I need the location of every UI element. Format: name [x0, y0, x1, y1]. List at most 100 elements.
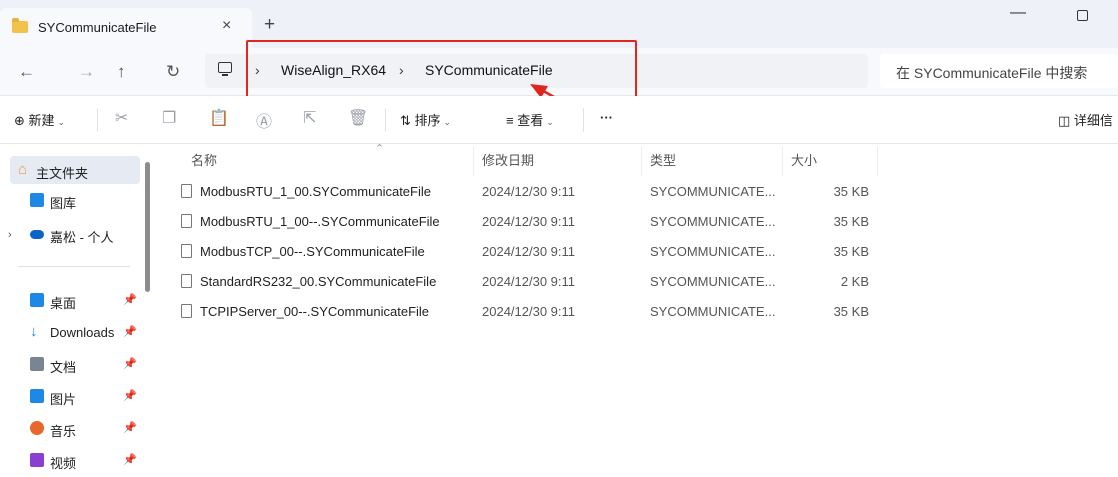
pin-icon[interactable]: 📌: [123, 453, 137, 466]
download-icon: ↓: [30, 323, 38, 340]
desktop-icon: [30, 293, 44, 307]
sort-button[interactable]: ⇅ 排序 ⌄: [400, 110, 451, 129]
column-header-name[interactable]: 名称: [191, 150, 217, 169]
details-label: 详细信: [1073, 113, 1113, 128]
search-placeholder: 在 SYCommunicateFile 中搜索: [896, 65, 1088, 81]
up-button[interactable]: ↑: [117, 62, 126, 82]
tab-title: SYCommunicateFile: [38, 20, 157, 35]
sort-ascending-icon: ⌃: [375, 143, 385, 155]
cut-icon[interactable]: ✂: [115, 108, 128, 128]
column-divider[interactable]: [782, 146, 783, 176]
new-label: 新建: [28, 113, 55, 128]
file-date: 2024/12/30 9:11: [482, 274, 576, 289]
table-row[interactable]: ModbusRTU_1_00.SYCommunicateFile 2024/12…: [175, 176, 875, 206]
file-type: SYCOMMUNICATE...: [650, 214, 776, 229]
pin-icon[interactable]: 📌: [123, 293, 137, 306]
expand-chevron-icon[interactable]: ›: [8, 229, 12, 241]
pin-icon[interactable]: 📌: [123, 325, 137, 338]
this-pc-icon[interactable]: [218, 62, 232, 76]
minimize-button[interactable]: —: [1010, 4, 1026, 22]
sidebar-item-label: 图库: [50, 196, 77, 211]
column-divider[interactable]: [473, 146, 474, 176]
divider: [18, 266, 130, 267]
sidebar-item-documents[interactable]: 文档 📌: [18, 350, 140, 378]
file-date: 2024/12/30 9:11: [482, 214, 576, 229]
column-header-date[interactable]: 修改日期: [482, 150, 534, 169]
column-divider[interactable]: [641, 146, 642, 176]
view-icon: ≡: [506, 113, 514, 128]
file-type: SYCOMMUNICATE...: [650, 184, 776, 199]
share-icon[interactable]: ⇱: [303, 108, 316, 128]
divider: [97, 108, 98, 132]
sort-icon: ⇅: [400, 113, 411, 128]
sidebar-item-onedrive[interactable]: 嘉松 - 个人: [18, 220, 140, 248]
file-type: SYCOMMUNICATE...: [650, 244, 776, 259]
file-icon: [181, 304, 192, 318]
refresh-button[interactable]: ↻: [166, 62, 180, 82]
file-date: 2024/12/30 9:11: [482, 244, 576, 259]
delete-icon[interactable]: 🗑: [348, 108, 368, 128]
sidebar-item-label: 图片: [50, 392, 77, 407]
home-icon: ⌂: [18, 161, 28, 178]
rename-icon[interactable]: Ⓐ: [256, 108, 272, 132]
copy-icon[interactable]: ❐: [162, 108, 176, 128]
sidebar-item-downloads[interactable]: ↓ Downloads 📌: [18, 318, 140, 346]
tab-sycommunicatefile[interactable]: SYCommunicateFile ×: [0, 8, 252, 48]
forward-button[interactable]: →: [78, 62, 95, 82]
sidebar-item-label: 嘉松 - 个人: [50, 230, 114, 245]
file-type: SYCOMMUNICATE...: [650, 274, 776, 289]
paste-icon[interactable]: 📋: [209, 108, 229, 128]
details-pane-button[interactable]: ◫ 详细信: [1058, 110, 1113, 129]
documents-icon: [30, 357, 44, 371]
sidebar-scrollbar[interactable]: [145, 162, 150, 292]
pin-icon[interactable]: 📌: [123, 421, 137, 434]
pin-icon[interactable]: 📌: [123, 357, 137, 370]
table-row[interactable]: ModbusTCP_00--.SYCommunicateFile 2024/12…: [175, 236, 875, 266]
sidebar-item-home[interactable]: ⌂ 主文件夹: [10, 156, 140, 184]
details-pane-icon: ◫: [1058, 113, 1071, 128]
file-icon: [181, 214, 192, 228]
sidebar-item-label: 音乐: [50, 424, 77, 439]
file-size: 35 KB: [833, 184, 869, 199]
new-button[interactable]: ⊕ 新建 ⌄: [14, 110, 65, 129]
file-name: ModbusRTU_1_00--.SYCommunicateFile: [200, 214, 440, 229]
back-button[interactable]: ←: [18, 62, 35, 82]
column-header-type[interactable]: 类型: [650, 150, 676, 169]
chevron-down-icon: ⌄: [57, 117, 66, 127]
file-name: ModbusTCP_00--.SYCommunicateFile: [200, 244, 425, 259]
sidebar-item-desktop[interactable]: 桌面 📌: [18, 286, 140, 314]
maximize-button[interactable]: [1077, 10, 1088, 21]
sidebar-item-pictures[interactable]: 图片 📌: [18, 382, 140, 410]
table-row[interactable]: ModbusRTU_1_00--.SYCommunicateFile 2024/…: [175, 206, 875, 236]
divider: [583, 108, 584, 132]
more-options-button[interactable]: ···: [600, 110, 613, 125]
sidebar-item-videos[interactable]: 视频 📌: [18, 446, 140, 474]
pin-icon[interactable]: 📌: [123, 389, 137, 402]
column-header-size[interactable]: 大小: [791, 150, 817, 169]
column-divider[interactable]: [877, 146, 878, 176]
file-icon: [181, 274, 192, 288]
search-input[interactable]: 在 SYCommunicateFile 中搜索: [880, 54, 1118, 88]
chevron-down-icon: ⌄: [546, 117, 554, 127]
file-name: TCPIPServer_00--.SYCommunicateFile: [200, 304, 430, 319]
file-type: SYCOMMUNICATE...: [650, 304, 776, 319]
sidebar-item-gallery[interactable]: 图库: [18, 186, 140, 214]
chevron-down-icon: ⌄: [443, 117, 452, 127]
sidebar-item-label: 文档: [50, 360, 77, 375]
gallery-icon: [30, 193, 44, 207]
plus-circle-icon: ⊕: [14, 113, 25, 128]
sort-label: 排序: [414, 113, 441, 128]
pictures-icon: [30, 389, 44, 403]
sidebar-item-music[interactable]: 音乐 📌: [18, 414, 140, 442]
file-name: StandardRS232_00.SYCommunicateFile: [200, 274, 437, 289]
file-date: 2024/12/30 9:11: [482, 184, 576, 199]
divider: [385, 108, 386, 132]
new-tab-button[interactable]: +: [264, 14, 275, 36]
file-size: 2 KB: [840, 274, 869, 289]
table-row[interactable]: TCPIPServer_00--.SYCommunicateFile 2024/…: [175, 296, 875, 326]
file-size: 35 KB: [833, 244, 869, 259]
sidebar-item-label: 主文件夹: [36, 166, 89, 181]
view-button[interactable]: ≡ 查看 ⌄: [506, 110, 554, 129]
table-row[interactable]: StandardRS232_00.SYCommunicateFile 2024/…: [175, 266, 875, 296]
close-tab-icon[interactable]: ×: [222, 17, 231, 35]
